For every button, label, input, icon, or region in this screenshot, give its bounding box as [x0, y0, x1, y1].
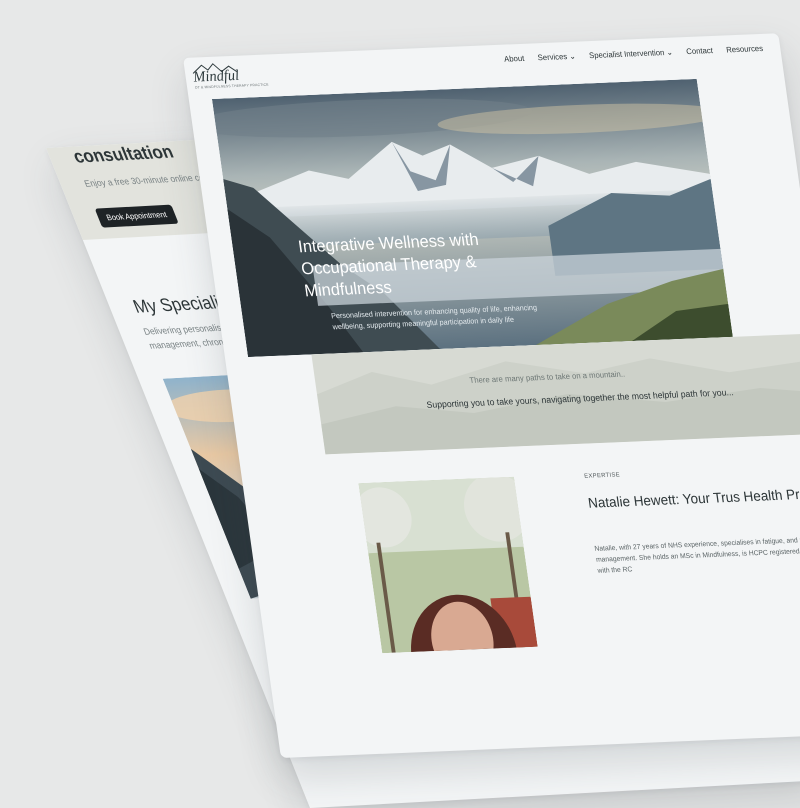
front-page-card: Mindful OT & MINDFULNESS THERAPY PRACTIC…	[183, 33, 800, 758]
expertise-eyebrow: EXPERTISE	[584, 472, 621, 479]
consultation-title: consultation	[70, 141, 177, 167]
book-appointment-button[interactable]: Book Appointment	[95, 205, 179, 228]
bio-title: Natalie Hewett: Your Trus Health Profess…	[587, 480, 800, 514]
nav-specialist-intervention[interactable]: Specialist Intervention ⌄	[589, 48, 674, 60]
nav-about[interactable]: About	[504, 54, 525, 64]
hero-banner: Integrative Wellness with Occupational T…	[212, 79, 733, 357]
mindful-logo[interactable]: Mindful OT & MINDFULNESS THERAPY PRACTIC…	[192, 62, 243, 74]
bio-text: Natalie, with 27 years of NHS experience…	[594, 534, 800, 577]
natalie-portrait-photo	[358, 477, 537, 653]
nav-services[interactable]: Services ⌄	[537, 52, 576, 63]
nav-resources[interactable]: Resources	[726, 44, 764, 55]
main-nav: About Services ⌄ Specialist Intervention…	[504, 44, 764, 64]
paths-quote-band: There are many paths to take on a mounta…	[311, 333, 800, 454]
hero-title: Integrative Wellness with Occupational T…	[297, 226, 556, 302]
nav-contact[interactable]: Contact	[686, 46, 714, 56]
